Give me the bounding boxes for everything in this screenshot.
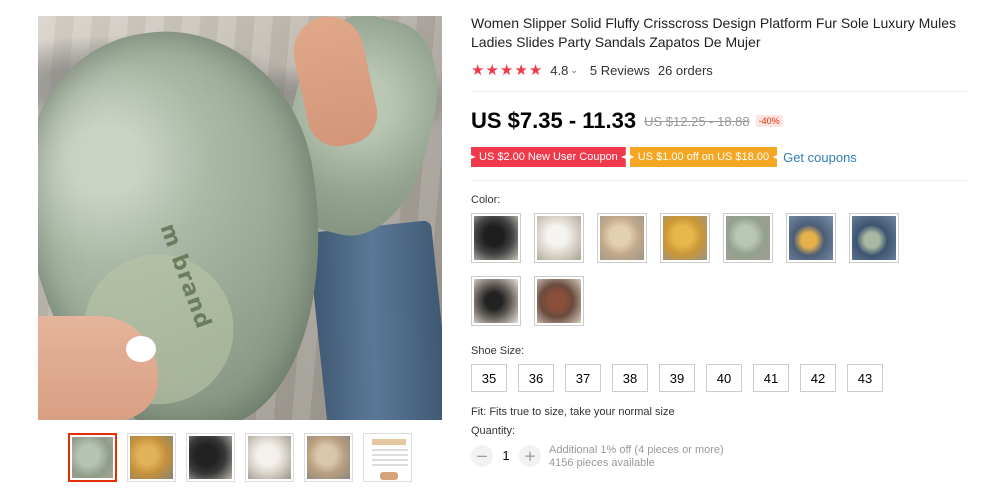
jeans-leg — [307, 220, 442, 420]
size-option[interactable]: 41 — [753, 364, 789, 392]
swatch-image — [789, 216, 833, 260]
size-option[interactable]: 36 — [518, 364, 554, 392]
swatch-image — [537, 279, 581, 323]
swatch-image — [663, 216, 707, 260]
thumbnail-5[interactable] — [304, 433, 353, 482]
size-options: 35 36 37 38 39 40 41 42 43 — [471, 364, 971, 392]
color-swatch-yellow[interactable] — [660, 213, 710, 263]
thumbnail-4[interactable] — [245, 433, 294, 482]
chart-rows — [372, 449, 408, 469]
fit-note: Fit: Fits true to size, take your normal… — [471, 406, 675, 418]
color-swatch-khaki[interactable] — [597, 213, 647, 263]
swatch-image — [600, 216, 644, 260]
star-icon: ★ — [514, 60, 528, 79]
size-chart-thumbnail — [366, 436, 409, 480]
decrease-button[interactable]: − — [471, 445, 493, 467]
swatch-image — [474, 279, 518, 323]
star-rating[interactable]: ★ ★ ★ ★ ★ — [471, 60, 543, 79]
size-option[interactable]: 40 — [706, 364, 742, 392]
new-user-coupon[interactable]: US $2.00 New User Coupon — [471, 147, 626, 167]
quantity-input[interactable]: 1 — [493, 445, 519, 467]
thumbnail-image — [307, 436, 350, 479]
thumbnail-image — [189, 436, 232, 479]
thumbnail-image — [72, 437, 113, 478]
color-swatch-yellow-on-foot[interactable] — [786, 213, 836, 263]
thumbnail-3[interactable] — [186, 433, 235, 482]
size-option[interactable]: 37 — [565, 364, 601, 392]
stock-available: 4156 pieces available — [549, 457, 655, 469]
size-option[interactable]: 35 — [471, 364, 507, 392]
color-swatch-white[interactable] — [534, 213, 584, 263]
thumbnail-6[interactable] — [363, 433, 412, 482]
reviews-link[interactable]: 5 Reviews — [590, 63, 650, 78]
size-option[interactable]: 38 — [612, 364, 648, 392]
product-info: Women Slipper Solid Fluffy Crisscross De… — [471, 14, 971, 470]
rating-value[interactable]: 4.8 — [550, 63, 568, 78]
store-coupon[interactable]: US $1.00 off on US $18.00 — [629, 147, 778, 167]
color-swatch-brown-on-foot[interactable] — [534, 276, 584, 326]
size-label: Shoe Size: — [471, 345, 525, 357]
size-option[interactable]: 39 — [659, 364, 695, 392]
quantity-info: Additional 1% off (4 pieces or more) 415… — [549, 444, 724, 470]
original-price: US $12.25 - 18.88 — [644, 113, 750, 129]
divider — [471, 180, 967, 181]
color-options — [471, 213, 911, 326]
product-title: Women Slipper Solid Fluffy Crisscross De… — [471, 15, 956, 50]
star-icon: ★ — [499, 60, 514, 79]
divider — [471, 91, 967, 92]
star-icon: ★ — [471, 60, 485, 79]
thumbnail-image — [248, 436, 291, 479]
nail — [126, 336, 156, 362]
quantity-label: Quantity: — [471, 425, 516, 437]
size-option[interactable]: 42 — [800, 364, 836, 392]
color-label: Color: — [471, 194, 501, 206]
chevron-down-icon[interactable]: ⌄ — [570, 65, 578, 76]
coupon-row: US $2.00 New User Coupon US $1.00 off on… — [471, 147, 971, 167]
chart-footer — [380, 472, 398, 480]
thumbnail-2[interactable] — [127, 433, 176, 482]
star-icon: ★ — [528, 60, 543, 79]
get-coupons-link[interactable]: Get coupons — [783, 150, 857, 165]
thumbnail-image — [130, 436, 173, 479]
color-swatch-black[interactable] — [471, 213, 521, 263]
main-product-image[interactable]: m brand — [38, 16, 442, 420]
increase-button[interactable]: + — [519, 445, 541, 467]
price-row: US $7.35 - 11.33 US $12.25 - 18.88 -40% — [471, 108, 971, 134]
swatch-image — [726, 216, 770, 260]
size-option[interactable]: 43 — [847, 364, 883, 392]
swatch-image — [852, 216, 896, 260]
thumbnail-1[interactable] — [68, 433, 117, 482]
bulk-discount-note: Additional 1% off (4 pieces or more) — [549, 444, 724, 456]
price: US $7.35 - 11.33 — [471, 108, 637, 133]
orders-count: 26 orders — [657, 62, 713, 78]
chart-header — [372, 439, 406, 445]
star-icon: ★ — [485, 60, 499, 79]
quantity-stepper: − 1 + Additional 1% off (4 pieces or mor… — [471, 444, 971, 470]
rating-row: ★ ★ ★ ★ ★ 4.8 ⌄ 5 Reviews 26 orders — [471, 61, 971, 79]
thumbnail-strip — [68, 433, 412, 482]
swatch-image — [474, 216, 518, 260]
color-swatch-green-on-foot[interactable] — [849, 213, 899, 263]
color-swatch-black-on-foot[interactable] — [471, 276, 521, 326]
swatch-image — [537, 216, 581, 260]
discount-badge: -40% — [755, 115, 783, 127]
color-swatch-green[interactable] — [723, 213, 773, 263]
